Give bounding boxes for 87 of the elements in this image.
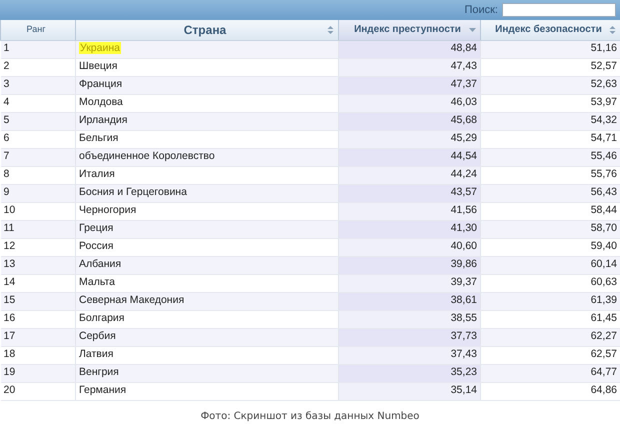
table-cell: 54,32 [480,112,620,130]
search-label: Поиск: [464,2,498,18]
table-cell: Босния и Герцеговина [76,184,338,202]
table-cell: 55,76 [480,166,620,184]
table-cell: 47,37 [338,76,480,94]
table-cell: Латвия [76,346,338,364]
table-cell: 45,29 [338,130,480,148]
search-field[interactable] [502,3,616,17]
photo-caption: Фото: Скриншот из базы данных Numbeo [200,410,420,424]
table-cell: 54,71 [480,130,620,148]
table-cell: 43,57 [338,184,480,202]
table-cell: 19 [0,364,76,382]
table-cell: 37,73 [338,328,480,346]
highlighted-text: Украина [79,42,121,54]
table-cell: 6 [0,130,76,148]
table-cell: 38,55 [338,310,480,328]
table-cell: 15 [0,292,76,310]
table-cell: 45,68 [338,112,480,130]
table-cell: 52,63 [480,76,620,94]
table-cell: Северная Македония [76,292,338,310]
table-cell: Сербия [76,328,338,346]
table-cell: 51,16 [480,40,620,58]
table-cell: Венгрия [76,364,338,382]
table-cell: 16 [0,310,76,328]
table-cell: 12 [0,238,76,256]
table-cell: 48,84 [338,40,480,58]
table-cell: 64,77 [480,364,620,382]
table-cell: 58,70 [480,220,620,238]
table-cell: Греция [76,220,338,238]
table-cell: 38,61 [338,292,480,310]
table-cell: 10 [0,202,76,220]
table-cell: 56,43 [480,184,620,202]
table-cell: 59,40 [480,238,620,256]
table-cell: 53,97 [480,94,620,112]
table-cell: 2 [0,58,76,76]
table-cell: Россия [76,238,338,256]
sort-icon[interactable] [327,26,334,34]
table-cell: Бельгия [76,130,338,148]
table-cell: 3 [0,76,76,94]
table-cell: 40,60 [338,238,480,256]
table-cell: 20 [0,382,76,400]
table-cell: 60,14 [480,256,620,274]
table-cell: 61,45 [480,310,620,328]
table-cell: 58,44 [480,202,620,220]
table-cell: 44,24 [338,166,480,184]
table-cell: объединенное Королевство [76,148,338,166]
sort-icon[interactable] [609,26,616,34]
table-cell: 37,43 [338,346,480,364]
table-cell: 7 [0,148,76,166]
table-cell: 62,57 [480,346,620,364]
table-cell: 17 [0,328,76,346]
table-cell: 35,23 [338,364,480,382]
sort-descending-icon[interactable] [469,26,476,32]
table-cell: 64,86 [480,382,620,400]
table-cell: 4 [0,94,76,112]
table-cell: 14 [0,274,76,292]
table-cell: 18 [0,346,76,364]
table-cell: Ирландия [76,112,338,130]
table-cell: 47,43 [338,58,480,76]
table-cell: 8 [0,166,76,184]
table-cell: 41,30 [338,220,480,238]
table-cell: 41,56 [338,202,480,220]
table-cell: Франция [76,76,338,94]
table-cell: 44,54 [338,148,480,166]
table-cell: Италия [76,166,338,184]
table-cell: 62,27 [480,328,620,346]
table-cell: 52,57 [480,58,620,76]
table-cell: 13 [0,256,76,274]
table-cell: 61,39 [480,292,620,310]
table-cell: 39,37 [338,274,480,292]
table-cell: 1 [0,40,76,58]
table-cell: 11 [0,220,76,238]
column-header: Ранг [26,23,46,36]
table-cell: 35,14 [338,382,480,400]
table-cell: Швеция [76,58,338,76]
table-cell: Болгария [76,310,338,328]
table-cell: Мальта [76,274,338,292]
table-cell: Черногория [76,202,338,220]
table-cell: 46,03 [338,94,480,112]
table-cell: 60,63 [480,274,620,292]
table-cell: 55,46 [480,148,620,166]
table-cell: 5 [0,112,76,130]
table-cell: 39,86 [338,256,480,274]
table-cell: Албания [76,256,338,274]
table-cell: Германия [76,382,338,400]
table-cell: Молдова [76,94,338,112]
table-cell: 9 [0,184,76,202]
